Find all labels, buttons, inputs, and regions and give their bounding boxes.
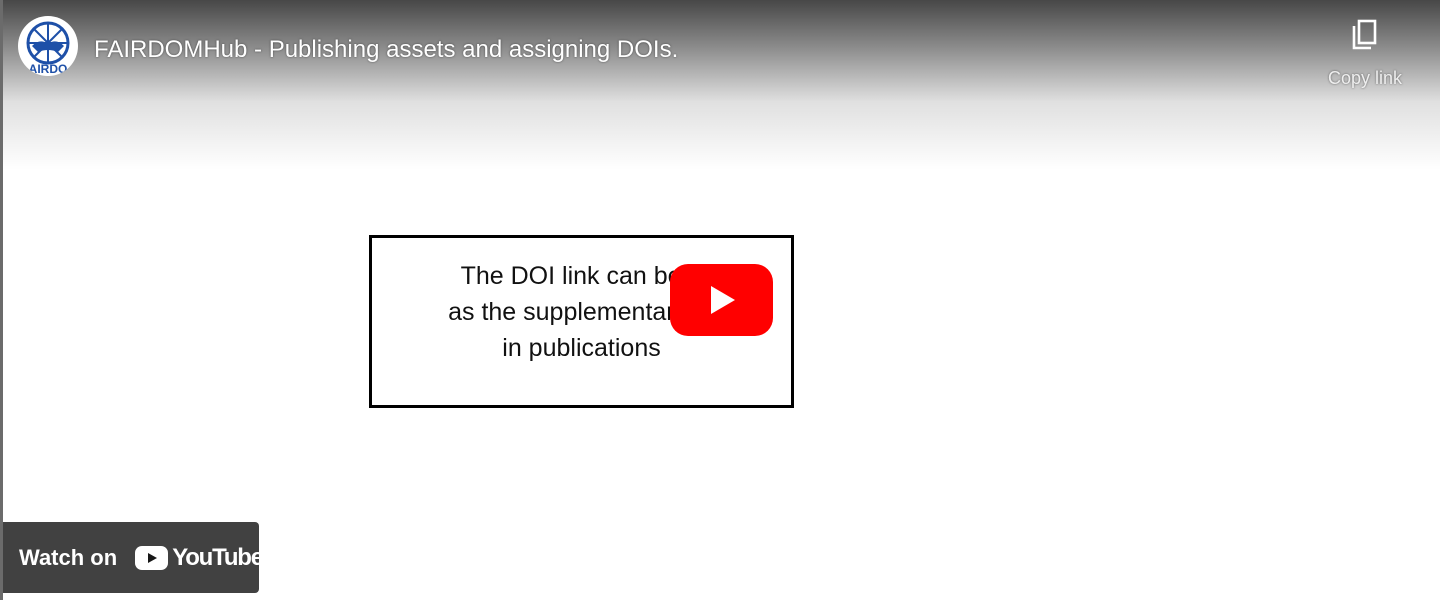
channel-avatar[interactable]: AIRDO	[18, 16, 78, 76]
youtube-wordmark: YouTube	[172, 543, 264, 571]
title-bar-gradient	[3, 0, 1440, 170]
fairdom-logo: AIRDO	[19, 17, 77, 76]
copy-icon	[1352, 19, 1377, 50]
youtube-logo: YouTube	[135, 543, 264, 572]
play-icon	[670, 264, 773, 336]
watch-on-label: Watch on	[19, 544, 118, 570]
video-title-link[interactable]: FAIRDOMHub - Publishing assets and assig…	[94, 34, 678, 66]
copy-link-button[interactable]: Copy link	[1316, 16, 1414, 94]
copy-link-label: Copy link	[1327, 68, 1403, 88]
play-button[interactable]	[670, 264, 773, 336]
youtube-play-icon	[135, 545, 169, 570]
watch-on-youtube-button[interactable]: Watch on YouTube	[3, 522, 264, 593]
